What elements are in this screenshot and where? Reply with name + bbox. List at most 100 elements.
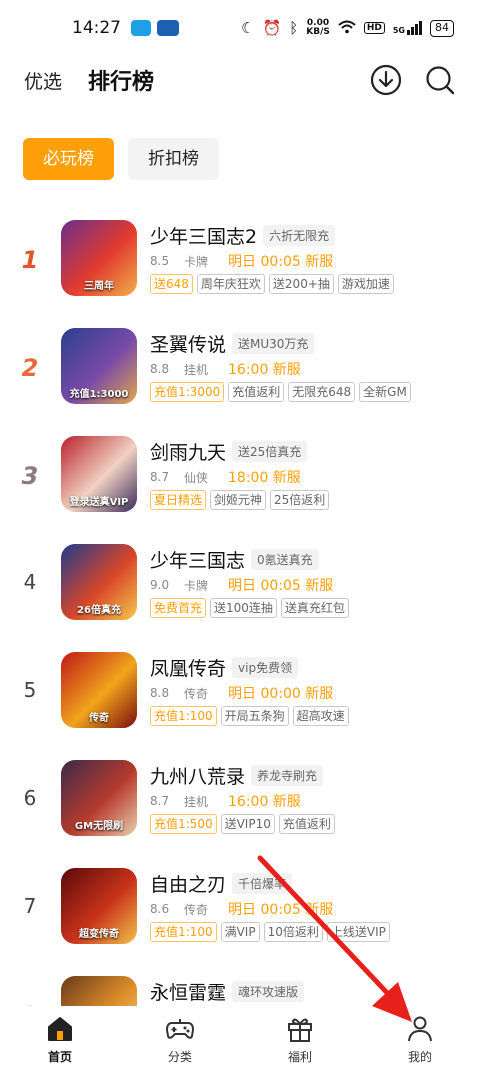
game-genre: 传奇 — [184, 902, 209, 917]
rank-number: 5 — [23, 678, 37, 702]
game-tag: 满VIP — [220, 922, 260, 942]
download-icon[interactable] — [370, 64, 402, 96]
tab-ranking[interactable]: 排行榜 — [88, 64, 154, 96]
status-time: 14:27 — [72, 18, 121, 38]
bluetooth-icon: ᛒ — [289, 18, 299, 37]
home-icon — [45, 1014, 75, 1044]
server-open-time: 明日 00:05 新服 — [228, 254, 334, 270]
alarm-icon: ⏰ — [262, 18, 282, 37]
game-tag: 周年庆狂欢 — [196, 274, 265, 294]
cover-caption: 26倍真充 — [77, 605, 121, 616]
game-cover-image[interactable]: GM无限刷 — [61, 760, 137, 836]
nav-item-gift[interactable]: 福利 — [240, 1006, 360, 1072]
nav-item-gamepad[interactable]: 分类 — [120, 1006, 240, 1072]
game-tag: 送200+抽 — [268, 274, 334, 294]
game-cover-image[interactable]: 充值1:3000 — [61, 328, 137, 404]
network-speed: 0.00 KB/S — [306, 18, 330, 37]
game-tag: 充值1:100 — [150, 706, 217, 726]
game-title: 自由之刃 — [150, 873, 227, 896]
game-list-item[interactable]: 1 三周年 少年三国志2 六折无限充 8.5 卡牌 明日 00:05 新服 送6… — [0, 210, 480, 318]
status-indicators: ☾ ⏰ ᛒ 0.00 KB/S HD 5G 84 — [241, 19, 454, 37]
cover-caption: 登录送真VIP — [69, 497, 129, 508]
promo-badge: 0氪送真充 — [251, 548, 319, 570]
game-title: 圣翼传说 — [150, 333, 227, 356]
game-score: 8.7 — [150, 470, 170, 484]
gift-icon — [285, 1014, 315, 1044]
game-list-item[interactable]: 2 充值1:3000 圣翼传说 送MU30万充 8.8 挂机 16:00 新服 … — [0, 318, 480, 426]
game-list-item[interactable]: 4 26倍真充 少年三国志 0氪送真充 9.0 卡牌 明日 00:05 新服 免… — [0, 534, 480, 642]
game-title: 剑雨九天 — [150, 441, 227, 464]
hd-badge: HD — [363, 22, 385, 34]
game-tag: 游戏加速 — [337, 274, 394, 294]
game-score: 8.7 — [150, 794, 170, 808]
game-list-item[interactable]: 7 超变传奇 自由之刃 千倍爆率 8.6 传奇 明日 00:05 新服 充值1:… — [0, 858, 480, 966]
game-cover-image[interactable]: 26倍真充 — [61, 544, 137, 620]
game-genre: 卡牌 — [184, 578, 209, 593]
game-genre: 卡牌 — [184, 254, 209, 269]
game-tag: 送648 — [150, 274, 193, 294]
rank-number: 6 — [23, 786, 37, 810]
segment-must-play[interactable]: 必玩榜 — [23, 138, 114, 180]
game-tag: 充值1:100 — [150, 922, 217, 942]
promo-badge: vip免费领 — [232, 656, 299, 678]
do-not-disturb-icon: ☾ — [241, 18, 255, 37]
server-open-time: 16:00 新服 — [228, 362, 301, 378]
game-list-item[interactable]: 5 传奇 凤凰传奇 vip免费领 8.8 传奇 明日 00:00 新服 充值1:… — [0, 642, 480, 750]
cover-caption: 充值1:3000 — [69, 389, 129, 400]
rank-number: 3 — [21, 462, 39, 490]
game-tag: 免费首充 — [150, 598, 207, 618]
server-open-time: 16:00 新服 — [228, 794, 301, 810]
game-tag: 充值1:500 — [150, 814, 217, 834]
game-tag: 剑姬元神 — [210, 490, 267, 510]
game-genre: 传奇 — [184, 686, 209, 701]
nav-label: 我的 — [407, 1050, 432, 1064]
promo-badge: 魂环攻速版 — [232, 980, 305, 1002]
game-cover-image[interactable]: 三周年 — [61, 220, 137, 296]
user-icon — [405, 1014, 435, 1044]
status-bar: 14:27 ☾ ⏰ ᛒ 0.00 KB/S HD 5G 84 — [0, 0, 480, 56]
game-tag: 开局五条狗 — [220, 706, 289, 726]
nav-label: 福利 — [287, 1050, 312, 1064]
game-tag: 充值返利 — [228, 382, 285, 402]
game-cover-image[interactable]: 登录送真VIP — [61, 436, 137, 512]
game-score: 8.8 — [150, 362, 170, 376]
game-score: 8.6 — [150, 902, 170, 916]
game-score: 8.5 — [150, 254, 170, 268]
segment-discount[interactable]: 折扣榜 — [128, 138, 219, 180]
nav-item-home[interactable]: 首页 — [0, 1006, 120, 1072]
game-list-item[interactable]: 3 登录送真VIP 剑雨九天 送25倍真充 8.7 仙侠 18:00 新服 夏日… — [0, 426, 480, 534]
nav-item-user[interactable]: 我的 — [360, 1006, 480, 1072]
signal-icon: 5G — [393, 21, 422, 35]
bottom-navigation: 首页 分类 福利 我的 — [0, 1006, 480, 1072]
rank-number: 2 — [21, 354, 39, 382]
server-open-time: 明日 00:05 新服 — [228, 902, 334, 918]
promo-badge: 养龙寺刷充 — [251, 764, 324, 786]
game-cover-image[interactable]: 传奇 — [61, 652, 137, 728]
game-list: 1 三周年 少年三国志2 六折无限充 8.5 卡牌 明日 00:05 新服 送6… — [0, 210, 480, 1072]
game-list-item[interactable]: 6 GM无限刷 九州八荒录 养龙寺刷充 8.7 挂机 16:00 新服 充值1:… — [0, 750, 480, 858]
game-genre: 仙侠 — [184, 470, 209, 485]
game-title: 永恒雷霆 — [150, 981, 227, 1004]
search-icon[interactable] — [424, 64, 456, 96]
server-open-time: 明日 00:00 新服 — [228, 686, 334, 702]
game-tag: 全新GM — [359, 382, 411, 402]
game-score: 8.8 — [150, 686, 170, 700]
cover-caption: 三周年 — [84, 281, 114, 292]
game-cover-image[interactable]: 超变传奇 — [61, 868, 137, 944]
game-title: 少年三国志2 — [150, 225, 258, 248]
gamepad-icon — [165, 1014, 195, 1044]
game-tag: 无限充648 — [288, 382, 356, 402]
game-tag: 10倍返利 — [263, 922, 323, 942]
game-score: 9.0 — [150, 578, 170, 592]
rank-number: 1 — [21, 246, 39, 274]
ranking-segments: 必玩榜 折扣榜 — [23, 138, 219, 180]
game-title: 凤凰传奇 — [150, 657, 227, 680]
tab-pick[interactable]: 优选 — [24, 67, 62, 94]
top-header: 优选 排行榜 — [0, 56, 480, 104]
game-tag: 送真充红包 — [280, 598, 349, 618]
wifi-icon — [338, 20, 356, 37]
promo-badge: 六折无限充 — [263, 224, 336, 246]
promo-badge: 千倍爆率 — [232, 872, 293, 894]
game-title: 九州八荒录 — [150, 765, 246, 788]
cover-caption: GM无限刷 — [74, 821, 124, 832]
